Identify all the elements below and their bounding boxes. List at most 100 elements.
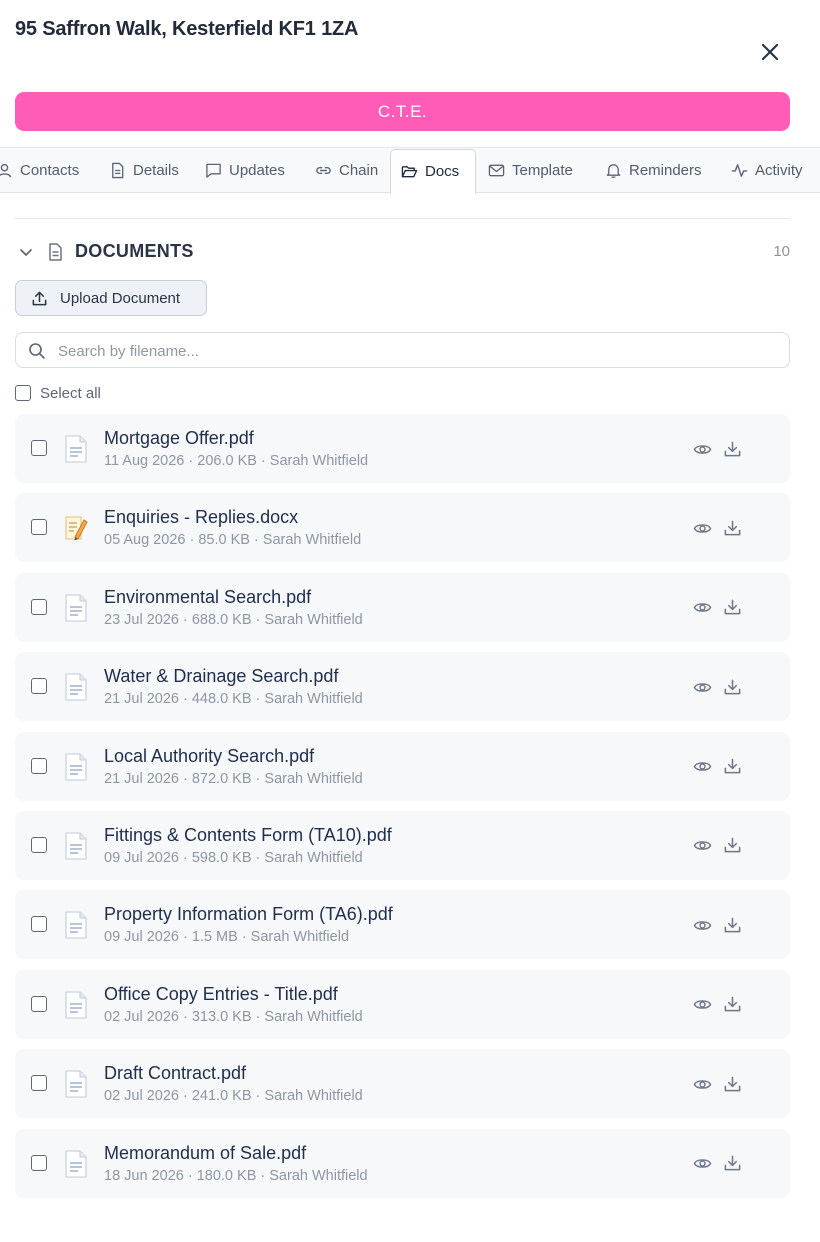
document-row[interactable]: Memorandum of Sale.pdf 18 Jun 2026 · 180.…: [15, 1128, 790, 1198]
pdf-file-icon: [64, 1070, 88, 1098]
tab-activity[interactable]: Activity: [731, 148, 803, 193]
document-name[interactable]: Property Information Form (TA6).pdf: [104, 904, 393, 925]
document-meta: 11 Aug 2026 · 206.0 KB · Sarah Whitfield: [104, 453, 369, 469]
download-icon[interactable]: [721, 517, 743, 539]
document-name[interactable]: Environmental Search.pdf: [104, 587, 311, 608]
row-checkbox[interactable]: [31, 995, 47, 1012]
document-row[interactable]: Environmental Search.pdf 23 Jul 2026 · 68…: [15, 572, 790, 642]
tab-label: Contacts: [20, 162, 80, 179]
bell-icon: [606, 164, 621, 178]
document-row[interactable]: Water & Drainage Search.pdf 21 Jul 2026 ·…: [15, 652, 790, 722]
download-icon[interactable]: [721, 597, 743, 619]
view-icon[interactable]: [691, 914, 713, 936]
document-meta: 09 Jul 2026 · 598.0 KB · Sarah Whitfield: [104, 849, 363, 866]
download-icon[interactable]: [721, 835, 743, 857]
document-meta: 09 Jul 2026 · 1.5 MB · Sarah Whitfield: [104, 929, 350, 946]
download-icon[interactable]: [721, 994, 743, 1016]
document-row[interactable]: Property Information Form (TA6).pdf 09 Ju…: [15, 890, 790, 960]
document-name[interactable]: Memorandum of Sale.pdf: [104, 1143, 306, 1164]
document-row[interactable]: Office Copy Entries - Title.pdf 02 Jul 20…: [15, 969, 790, 1039]
download-icon[interactable]: [721, 1153, 743, 1175]
view-icon[interactable]: [691, 438, 713, 460]
view-icon[interactable]: [691, 835, 713, 857]
person-icon: [0, 163, 12, 178]
folder-open-icon: [401, 166, 418, 178]
pdf-file-icon: [64, 1149, 88, 1178]
pdf-file-icon: [64, 594, 88, 622]
tab-contacts[interactable]: Contacts: [0, 148, 79, 193]
download-icon[interactable]: [721, 756, 743, 778]
document-row[interactable]: Mortgage Offer.pdf 11 Aug 2026 · 206.0 KB…: [15, 414, 790, 483]
view-icon[interactable]: [691, 1073, 713, 1095]
document-list: Mortgage Offer.pdf 11 Aug 2026 · 206.0 KB…: [15, 414, 790, 1208]
search-box: [15, 332, 790, 368]
row-checkbox[interactable]: [31, 598, 47, 615]
view-icon[interactable]: [691, 756, 713, 778]
row-checkbox[interactable]: [31, 440, 47, 456]
document-count: 10: [773, 243, 790, 260]
row-checkbox[interactable]: [31, 1154, 47, 1171]
tab-reminders[interactable]: Reminders: [605, 148, 702, 193]
row-checkbox[interactable]: [31, 678, 47, 695]
tab-template[interactable]: Template: [488, 148, 573, 193]
document-name[interactable]: Office Copy Entries - Title.pdf: [104, 984, 338, 1005]
tab-docs[interactable]: Docs: [390, 149, 476, 194]
tab-label: Details: [133, 162, 179, 179]
pdf-file-icon: [64, 911, 88, 939]
tab-label: Chain: [339, 162, 379, 179]
row-checkbox[interactable]: [31, 836, 47, 853]
search-icon: [29, 343, 45, 359]
view-icon[interactable]: [691, 676, 713, 698]
document-name[interactable]: Fittings & Contents Form (TA10).pdf: [104, 825, 392, 846]
view-icon[interactable]: [691, 517, 713, 539]
view-icon[interactable]: [691, 1153, 713, 1175]
select-all: Select all: [15, 383, 101, 403]
row-checkbox[interactable]: [31, 1075, 47, 1092]
document-row[interactable]: Local Authority Search.pdf 21 Jul 2026 · …: [15, 731, 790, 801]
mail-icon: [488, 164, 505, 177]
document-row[interactable]: Draft Contract.pdf 02 Jul 2026 · 241.0 KB…: [15, 1049, 790, 1119]
tab-details[interactable]: Details: [109, 148, 179, 193]
tab-label: Activity: [755, 162, 803, 179]
row-checkbox[interactable]: [31, 757, 47, 774]
document-name[interactable]: Draft Contract.pdf: [104, 1063, 246, 1084]
document-meta: 18 Jun 2026 · 180.0 KB · Sarah Whitfield: [104, 1167, 368, 1184]
document-name[interactable]: Local Authority Search.pdf: [104, 746, 314, 767]
pdf-file-icon: [64, 752, 88, 781]
document-name[interactable]: Mortgage Offer.pdf: [104, 428, 254, 449]
pdf-file-icon: [64, 435, 88, 463]
document-meta: 23 Jul 2026 · 688.0 KB · Sarah Whitfield: [104, 611, 363, 628]
download-icon[interactable]: [721, 914, 743, 936]
tab-updates[interactable]: Updates: [205, 148, 285, 193]
row-checkbox[interactable]: [31, 519, 47, 536]
upload-label: Upload Document: [60, 289, 181, 307]
search-input[interactable]: [56, 334, 780, 368]
pdf-file-icon: [64, 673, 88, 701]
tab-label: Template: [512, 162, 573, 179]
document-name[interactable]: Enquiries - Replies.docx: [104, 507, 298, 528]
chevron-down-icon[interactable]: [17, 243, 35, 261]
view-icon[interactable]: [691, 994, 713, 1016]
link-icon: [316, 166, 331, 175]
select-all-checkbox[interactable]: [15, 385, 31, 401]
download-icon[interactable]: [721, 1073, 743, 1095]
document-meta: 21 Jul 2026 · 872.0 KB · Sarah Whitfield: [104, 770, 363, 787]
tab-chain[interactable]: Chain: [315, 148, 378, 193]
download-icon[interactable]: [721, 676, 743, 698]
download-icon[interactable]: [721, 438, 743, 460]
row-checkbox[interactable]: [31, 916, 47, 933]
file-text-icon: [112, 162, 124, 179]
message-square-icon: [206, 163, 221, 178]
divider: [15, 218, 790, 219]
documents-section-header: DOCUMENTS 10: [15, 238, 790, 266]
tab-label: Docs: [425, 163, 460, 180]
upload-document-button[interactable]: Upload Document: [15, 280, 207, 316]
status-bar[interactable]: C.T.E.: [15, 92, 790, 131]
document-name[interactable]: Water & Drainage Search.pdf: [104, 666, 338, 687]
select-all-label: Select all: [40, 384, 101, 402]
word-file-icon: [64, 514, 88, 542]
document-row[interactable]: Fittings & Contents Form (TA10).pdf 09 Ju…: [15, 810, 790, 880]
document-row[interactable]: Enquiries - Replies.docx 05 Aug 2026 · 85…: [15, 493, 790, 563]
close-button[interactable]: [756, 38, 784, 66]
view-icon[interactable]: [691, 597, 713, 619]
